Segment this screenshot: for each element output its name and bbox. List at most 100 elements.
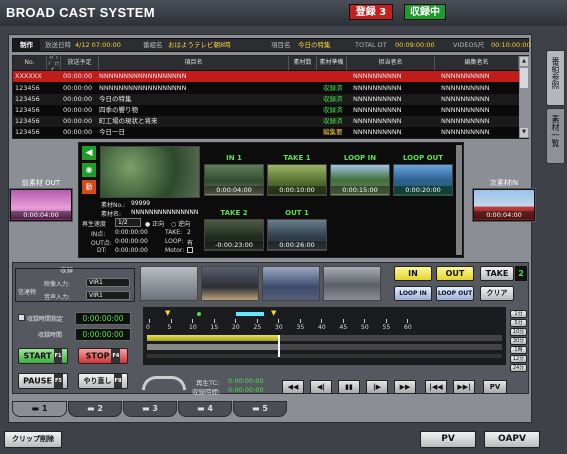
out-button[interactable]: OUT [436, 266, 474, 281]
recorded-range-bar [147, 335, 279, 341]
speaker-icon[interactable]: ◀ [82, 146, 96, 160]
loop-out-button[interactable]: LOOP OUT [436, 286, 474, 301]
table-row[interactable]: 123456 00:00:00 今日一日 編集要 NNNNNNNNNN NNNNNNNNN… [13, 127, 519, 138]
forward-radio[interactable]: ● 正向 [145, 219, 164, 228]
step-back-button[interactable]: ◀| [310, 380, 332, 394]
zoom-button[interactable]: 12分 [510, 355, 527, 363]
table-row[interactable]: XXXXXX 00:00:00 NNNNNNNNNNNNNNNNNN NNNNNNNN… [13, 71, 519, 82]
step-forward-button[interactable]: |▶ [366, 380, 388, 394]
zoom-button[interactable]: 30分 [510, 337, 527, 345]
col-material-count[interactable]: 素材数 [289, 56, 317, 70]
col-person[interactable]: 担当者名 [347, 56, 435, 70]
table-row[interactable]: 123456 00:00:00 今日の特集 収録済 NNNNNNNNNN NNNNNNNN… [13, 94, 519, 105]
speed-label: 再生速度 [82, 221, 107, 228]
take1-thumbnail[interactable]: 0:00:10:00 [267, 164, 327, 196]
preview-play-button[interactable]: PV [483, 380, 507, 394]
loop-label: LOOP: [165, 238, 184, 245]
timeline[interactable]: 0 5 10 15 20 25 30 35 40 45 50 55 60 ▼ ▼ [142, 306, 507, 366]
timeline-tick-label: 45 [339, 324, 348, 331]
time-spec-checkbox[interactable] [18, 314, 25, 321]
go-end-button[interactable]: ▶▶| [453, 380, 475, 394]
redo-button[interactable]: やり直し F8 [78, 373, 128, 389]
timeline-scroll[interactable] [147, 354, 502, 358]
loop-in-label: LOOP IN [343, 154, 377, 162]
col-no[interactable]: No. [13, 56, 47, 70]
in1-thumbnail[interactable]: 0:00:04:00 [204, 164, 264, 196]
loop-in-button[interactable]: LOOP IN [394, 286, 432, 301]
out1-label: OUT 1 [285, 209, 309, 217]
in-button[interactable]: IN [394, 266, 432, 281]
scroll-down-icon[interactable]: ▼ [520, 128, 528, 137]
camera-icon[interactable]: ◉ [82, 163, 96, 177]
time-spec-value[interactable]: 0:00:00:00 [75, 312, 131, 325]
timeline-tick-label: 60 [404, 324, 412, 331]
start-button[interactable]: START F1 [18, 348, 68, 364]
speed-select[interactable]: 1/2 [115, 218, 141, 227]
loop-out-thumbnail[interactable]: 0:00:20:00 [393, 164, 453, 196]
table-scrollbar[interactable]: ▲ ▼ [519, 56, 529, 138]
source-label: 信達物 [18, 289, 37, 296]
col-material-status[interactable]: 素材準備 [317, 56, 347, 70]
pause-button[interactable]: PAUSE F5 [18, 373, 68, 389]
scroll-up-icon[interactable]: ▲ [520, 57, 528, 66]
col-event[interactable]: ｲﾍﾞﾝﾄﾞ ﾌﾗｸﾞ [47, 56, 61, 73]
audio-input-select[interactable]: VIR1 [86, 291, 130, 300]
next-material-monitor: 0:00:04:00 [472, 188, 536, 222]
out-point-label: OUT点: [91, 240, 112, 247]
prev-material-label: 前素材 OUT [21, 179, 61, 187]
main-preview-image [100, 146, 200, 198]
zoom-button[interactable]: 10分 [510, 328, 527, 336]
col-editor[interactable]: 編集者名 [435, 56, 519, 70]
frame-forward-button[interactable]: ▶▶ [394, 380, 416, 394]
zoom-button[interactable]: 1時 [510, 346, 527, 354]
tab-2[interactable]: ▬ 2 [68, 401, 122, 417]
filmstrip-frame[interactable] [323, 266, 381, 301]
timeline-tick-label: 15 [210, 324, 219, 331]
broadcast-value: 4/12 07:00:00 [75, 41, 121, 49]
filmstrip-frame[interactable] [201, 266, 259, 301]
go-start-button[interactable]: |◀◀ [425, 380, 447, 394]
clear-button[interactable]: クリア [480, 286, 514, 301]
tab-3[interactable]: ▬ 3 [123, 401, 177, 417]
take2-thumbnail[interactable]: -0:00:23:00 [204, 219, 264, 251]
jog-dial[interactable] [142, 376, 186, 390]
take-button[interactable]: TAKE [480, 266, 514, 281]
oapv-button[interactable]: OAPV [484, 431, 540, 448]
monitor-scrollbar[interactable] [456, 145, 462, 255]
pause-icon[interactable]: ▮▮ [338, 380, 360, 394]
clip-delete-button[interactable]: クリップ削除 [4, 431, 62, 448]
tab-1[interactable]: ▬ 1 [12, 401, 67, 417]
program-ref-tab[interactable]: 番組参照 [546, 50, 565, 106]
timeline-tick-label: 20 [232, 324, 240, 331]
out1-thumbnail[interactable]: 0:00:26:00 [267, 219, 327, 251]
col-item[interactable]: 項目名 [99, 56, 289, 70]
tab-4[interactable]: ▬ 4 [178, 401, 232, 417]
zoom-button[interactable]: 1分 [510, 310, 527, 318]
motion-icon[interactable]: 動 [82, 180, 96, 194]
motor-checkbox[interactable] [187, 247, 193, 253]
scroll-thumb[interactable] [520, 68, 528, 88]
timeline-tick [407, 319, 408, 323]
zoom-button[interactable]: 24分 [510, 364, 527, 372]
filmstrip-frame[interactable] [140, 266, 198, 301]
table-row[interactable]: 123456 00:00:00 NNNNNNNNNNNNNNNNNN 収録済 NNNNN… [13, 83, 519, 94]
col-schedule[interactable]: 放送予定 [61, 56, 99, 70]
tab-5[interactable]: ▬ 5 [233, 401, 287, 417]
table-row[interactable]: 123456 00:00:00 四季の響り物 収録済 NNNNNNNNNN NNNNNNN… [13, 105, 519, 116]
video-input-select[interactable]: VIR1 [86, 278, 130, 287]
material-list-tab[interactable]: 素材一覧 [546, 108, 565, 164]
stop-button[interactable]: STOP F4 [78, 348, 128, 364]
timeline-tick [213, 319, 215, 323]
timeline-tick [256, 319, 258, 323]
timeline-tick [192, 319, 193, 323]
playhead[interactable] [278, 335, 281, 357]
timeline-tick-label: 5 [167, 324, 172, 331]
zoom-button[interactable]: 5分 [510, 319, 527, 327]
loop-in-thumbnail[interactable]: 0:00:15:00 [330, 164, 390, 196]
reverse-radio[interactable]: ○ 逆向 [171, 219, 190, 228]
registered-badge: 登録 3 [349, 4, 393, 20]
filmstrip-frame[interactable] [262, 266, 320, 301]
table-row[interactable]: 123456 00:00:00 町工場の現状と将来 収録済 NNNNNNNNNN NNNN… [13, 116, 519, 127]
frame-back-button[interactable]: ◀◀ [282, 380, 304, 394]
pv-button[interactable]: PV [420, 431, 476, 448]
